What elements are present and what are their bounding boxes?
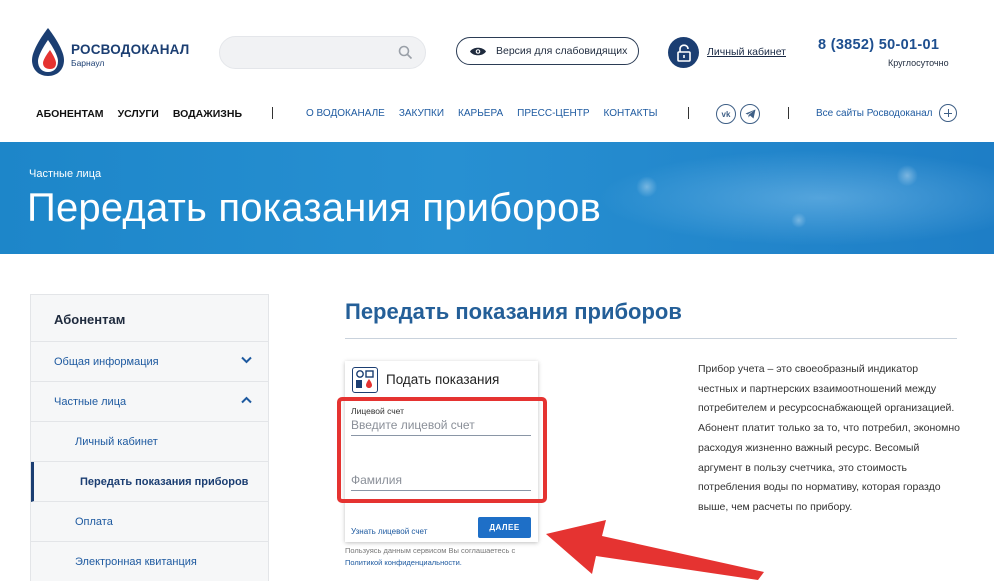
lock-icon[interactable] bbox=[668, 37, 699, 68]
description-text: Прибор учета – это своеобразный индикато… bbox=[698, 363, 960, 513]
page-banner: Частные лица Передать показания приборов bbox=[0, 142, 994, 254]
divider bbox=[345, 338, 957, 339]
privacy-policy-link[interactable]: Политикой конфиденциальности. bbox=[345, 558, 462, 567]
search-box bbox=[219, 36, 426, 69]
find-account-link[interactable]: Узнать лицевой счет bbox=[351, 527, 427, 536]
nav-divider bbox=[788, 107, 789, 119]
all-sites-link[interactable]: Все сайты Росводоканал bbox=[816, 108, 933, 119]
secondary-nav: О ВОДОКАНАЛЕ ЗАКУПКИ КАРЬЕРА ПРЕСС-ЦЕНТР… bbox=[306, 108, 657, 119]
breadcrumb[interactable]: Частные лица bbox=[29, 168, 101, 180]
sidebar-item-private-persons[interactable]: Частные лица bbox=[31, 382, 268, 422]
form-heading: Подать показания bbox=[386, 372, 500, 387]
vk-icon[interactable]: vk bbox=[716, 104, 736, 124]
nav-item-press-center[interactable]: ПРЕСС-ЦЕНТР bbox=[517, 108, 589, 119]
nav-item-about[interactable]: О ВОДОКАНАЛЕ bbox=[306, 108, 385, 119]
water-drop-logo-icon bbox=[32, 28, 64, 76]
plus-icon[interactable] bbox=[939, 104, 957, 122]
accessibility-label: Версия для слабовидящих bbox=[496, 45, 628, 57]
sidebar-item-label: Оплата bbox=[75, 515, 113, 528]
nav-item-contacts[interactable]: КОНТАКТЫ bbox=[604, 108, 658, 119]
sidebar-item-label: Общая информация bbox=[54, 355, 159, 368]
nav-divider bbox=[272, 107, 273, 119]
accessibility-button[interactable]: Версия для слабовидящих bbox=[456, 37, 639, 65]
page-title: Передать показания приборов bbox=[27, 186, 602, 230]
logo-city: Барнаул bbox=[71, 58, 105, 68]
sidebar-item-submit-readings[interactable]: Передать показания приборов bbox=[31, 462, 268, 502]
sidebar-item-e-receipt[interactable]: Электронная квитанция bbox=[31, 542, 268, 581]
sidebar-item-label: Электронная квитанция bbox=[75, 555, 197, 568]
nav-item-services[interactable]: УСЛУГИ bbox=[118, 108, 159, 120]
nav-divider bbox=[688, 107, 689, 119]
sidebar: Абонентам Общая информация Частные лица … bbox=[30, 294, 269, 581]
sidebar-item-label: Частные лица bbox=[54, 395, 127, 408]
sidebar-item-general-info[interactable]: Общая информация bbox=[31, 342, 268, 382]
eye-icon bbox=[470, 47, 486, 55]
sidebar-item-personal-cabinet[interactable]: Личный кабинет bbox=[31, 422, 268, 462]
nav-item-subscribers[interactable]: АБОНЕНТАМ bbox=[36, 108, 104, 120]
logo[interactable]: РОСВОДОКАНАЛ Барнаул bbox=[29, 26, 199, 80]
logo-name: РОСВОДОКАНАЛ bbox=[71, 42, 190, 57]
nav-item-water-life[interactable]: ВОДАЖИЗНЬ bbox=[173, 108, 242, 120]
section-title: Передать показания приборов bbox=[345, 299, 682, 324]
chevron-up-icon bbox=[241, 396, 252, 404]
consent-note: Пользуясь данным сервисом Вы соглашаетес… bbox=[345, 545, 515, 569]
nav-item-purchases[interactable]: ЗАКУПКИ bbox=[399, 108, 444, 119]
next-button[interactable]: ДАЛЕЕ bbox=[478, 517, 531, 538]
search-input[interactable] bbox=[220, 37, 390, 68]
nav-item-career[interactable]: КАРЬЕРА bbox=[458, 108, 503, 119]
personal-cabinet-link[interactable]: Личный кабинет bbox=[707, 46, 786, 58]
meter-icon bbox=[352, 367, 378, 393]
sidebar-item-payment[interactable]: Оплата bbox=[31, 502, 268, 542]
main-nav: АБОНЕНТАМ УСЛУГИ ВОДАЖИЗНЬ bbox=[36, 108, 242, 120]
sidebar-item-label: Передать показания приборов bbox=[80, 475, 249, 488]
search-icon[interactable] bbox=[398, 45, 413, 60]
consent-text: Пользуясь данным сервисом Вы соглашаетес… bbox=[345, 546, 516, 555]
sidebar-item-label: Личный кабинет bbox=[75, 435, 158, 448]
phone-number[interactable]: 8 (3852) 50-01-01 bbox=[818, 37, 939, 53]
working-hours: Круглосуточно bbox=[888, 58, 949, 68]
telegram-icon[interactable] bbox=[740, 104, 760, 124]
highlight-frame bbox=[337, 397, 547, 503]
banner-water-texture bbox=[560, 142, 994, 254]
chevron-down-icon bbox=[241, 356, 252, 364]
sidebar-heading: Абонентам bbox=[31, 295, 268, 342]
